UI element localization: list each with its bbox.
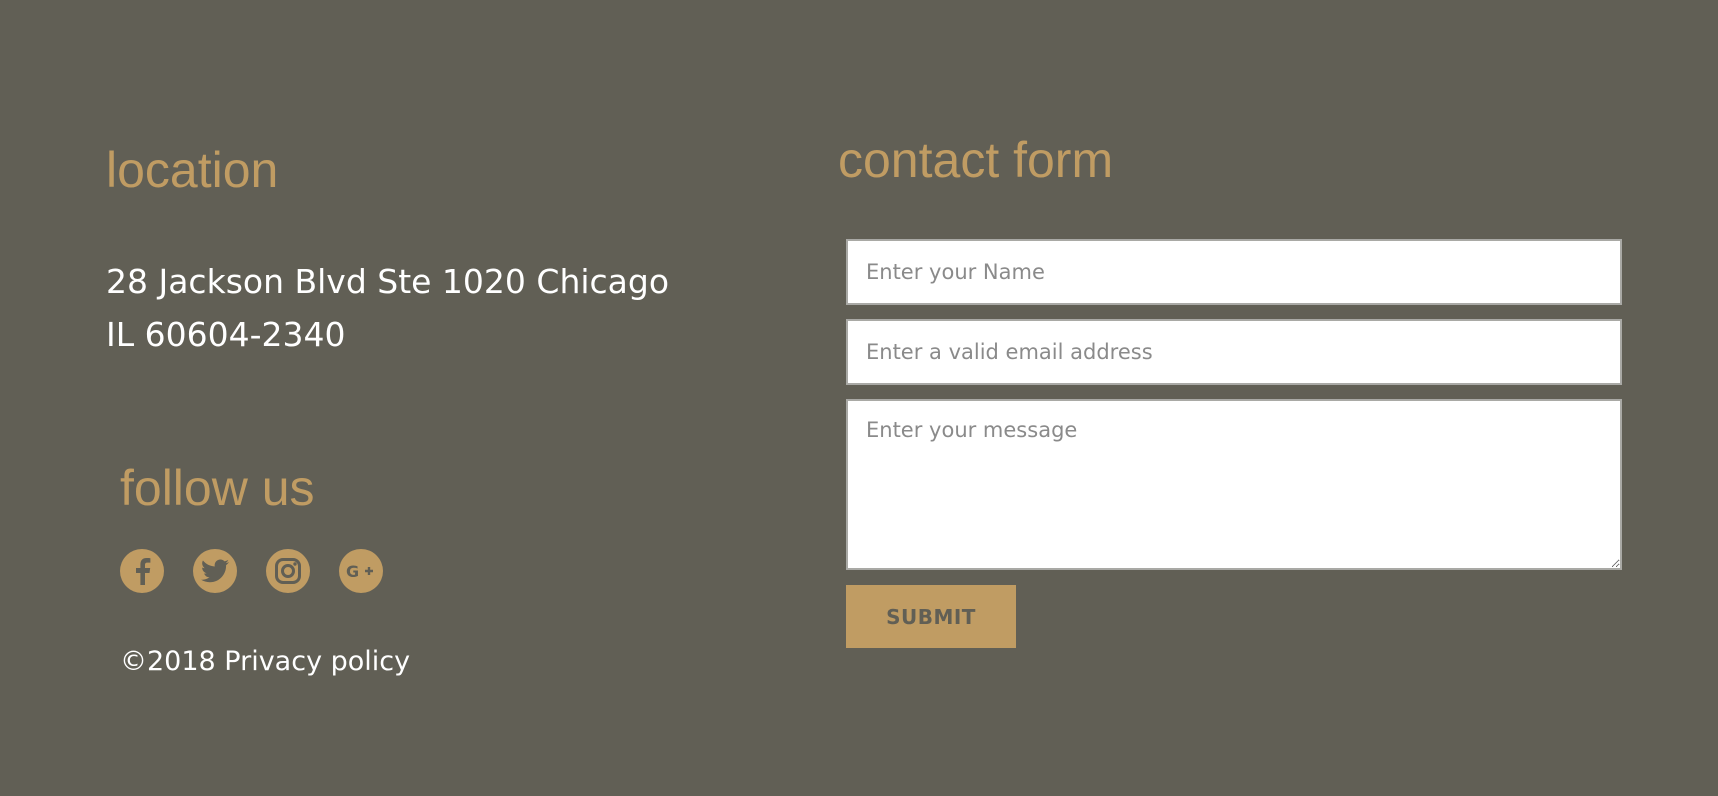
- contact-form-heading: contact form: [838, 132, 1114, 188]
- name-input[interactable]: [846, 239, 1622, 305]
- address: 28 Jackson Blvd Ste 1020 Chicago IL 6060…: [106, 255, 669, 361]
- svg-text:G: G: [346, 562, 359, 581]
- twitter-icon: [201, 559, 229, 583]
- facebook-icon: [136, 558, 151, 585]
- message-textarea[interactable]: [846, 399, 1622, 570]
- twitter-link[interactable]: [193, 549, 237, 593]
- follow-us-heading: follow us: [120, 460, 315, 516]
- address-line-2: IL 60604-2340: [106, 315, 346, 354]
- copyright-text: ©2018 Privacy policy: [120, 646, 411, 677]
- google-plus-icon: G: [346, 562, 373, 581]
- social-links: G: [120, 549, 383, 593]
- facebook-link[interactable]: [120, 549, 164, 593]
- instagram-link[interactable]: [266, 549, 310, 593]
- submit-button[interactable]: SUBMIT: [846, 585, 1016, 648]
- email-input[interactable]: [846, 319, 1622, 385]
- location-heading: location: [106, 142, 279, 198]
- google-plus-link[interactable]: G: [339, 549, 383, 593]
- address-line-1: 28 Jackson Blvd Ste 1020 Chicago: [106, 262, 670, 301]
- instagram-icon: [275, 558, 301, 584]
